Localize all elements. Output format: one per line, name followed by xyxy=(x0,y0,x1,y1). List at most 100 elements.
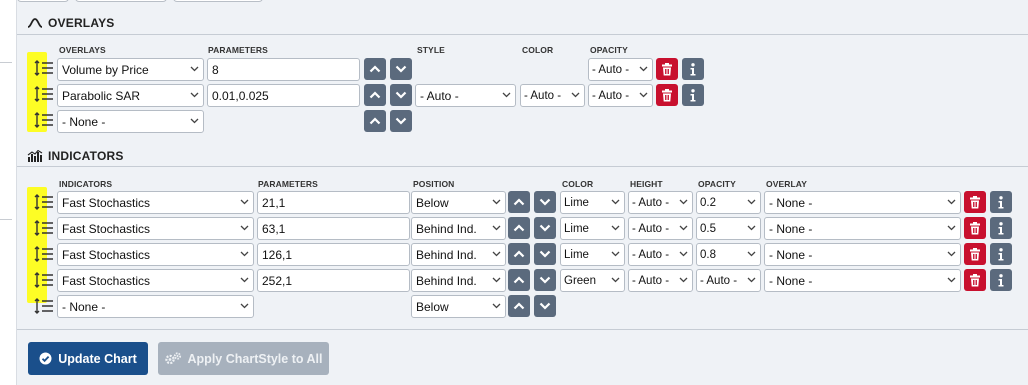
indicator-parameters-input[interactable]: 252,1 xyxy=(257,269,410,292)
info-button[interactable] xyxy=(990,191,1012,213)
indicator-color-value: Lime xyxy=(564,196,589,209)
delete-button[interactable] xyxy=(964,269,986,291)
indicator-opacity-value: 0.2 xyxy=(700,196,716,209)
overlay-opacity-select[interactable]: - Auto - xyxy=(588,58,653,81)
indicator-color-select[interactable]: Green xyxy=(560,269,625,292)
delete-button[interactable] xyxy=(964,243,986,265)
indicator-position-select[interactable]: Below xyxy=(411,295,506,318)
indicators-header-color: COLOR xyxy=(562,179,594,189)
drag-handle-icon[interactable] xyxy=(33,110,55,130)
top-tab[interactable] xyxy=(173,0,263,2)
indicator-parameters-input[interactable]: 21,1 xyxy=(257,191,410,214)
move-up-button[interactable] xyxy=(508,269,530,291)
drag-handle-icon[interactable] xyxy=(33,270,55,290)
check-circle-icon xyxy=(39,352,52,365)
move-down-button[interactable] xyxy=(534,191,556,213)
indicator-color-select[interactable]: Lime xyxy=(560,191,625,214)
indicator-position-select[interactable]: Behind Ind. xyxy=(411,243,506,266)
overlay-style-select[interactable]: - Auto - xyxy=(415,84,516,107)
overlay-parameters-input[interactable]: 8 xyxy=(207,58,360,81)
indicator-position-value: Below xyxy=(416,299,449,314)
chart-style-panel: OVERLAYS OVERLAYS PARAMETERS STYLE COLOR… xyxy=(16,0,1028,385)
drag-handle-icon[interactable] xyxy=(33,58,55,78)
indicator-height-select[interactable]: - Auto - xyxy=(628,243,693,266)
overlay-select[interactable]: - None - xyxy=(57,110,204,133)
delete-button[interactable] xyxy=(656,84,678,106)
indicator-position-select[interactable]: Behind Ind. xyxy=(411,217,506,240)
info-icon xyxy=(998,273,1004,286)
update-chart-button[interactable]: Update Chart xyxy=(28,342,148,375)
indicator-position-value: Behind Ind. xyxy=(416,221,477,236)
overlay-opacity-value: - Auto - xyxy=(592,89,630,102)
move-up-button[interactable] xyxy=(508,191,530,213)
indicator-opacity-select[interactable]: - Auto - xyxy=(696,269,761,292)
indicator-overlay-select[interactable]: - None - xyxy=(764,217,961,240)
drag-handle-icon[interactable] xyxy=(33,192,55,212)
move-down-button[interactable] xyxy=(534,295,556,317)
move-up-button[interactable] xyxy=(508,243,530,265)
indicator-height-select[interactable]: - Auto - xyxy=(628,217,693,240)
indicator-height-select[interactable]: - Auto - xyxy=(628,191,693,214)
move-down-button[interactable] xyxy=(534,269,556,291)
drag-handle-icon[interactable] xyxy=(33,218,55,238)
indicator-parameters-input[interactable]: 63,1 xyxy=(257,217,410,240)
move-down-button[interactable] xyxy=(534,217,556,239)
info-button[interactable] xyxy=(990,217,1012,239)
indicator-position-select[interactable]: Behind Ind. xyxy=(411,269,506,292)
overlays-section-title: OVERLAYS xyxy=(27,13,115,33)
indicator-select[interactable]: Fast Stochastics xyxy=(57,191,254,214)
chevron-down-icon xyxy=(747,277,756,283)
indicator-position-select[interactable]: Below xyxy=(411,191,506,214)
info-button[interactable] xyxy=(682,58,704,80)
move-up-button[interactable] xyxy=(508,217,530,239)
drag-handle-icon[interactable] xyxy=(33,296,55,316)
gutter-tick xyxy=(0,62,12,63)
drag-handle-icon[interactable] xyxy=(33,84,55,104)
indicator-parameters-input[interactable]: 126,1 xyxy=(257,243,410,266)
info-button[interactable] xyxy=(990,243,1012,265)
indicator-opacity-select[interactable]: 0.2 xyxy=(696,191,761,214)
drag-handle-icon[interactable] xyxy=(33,244,55,264)
indicator-overlay-select[interactable]: - None - xyxy=(764,243,961,266)
top-tab[interactable] xyxy=(17,0,69,2)
move-up-button[interactable] xyxy=(364,110,386,132)
delete-button[interactable] xyxy=(964,217,986,239)
indicators-header-name: INDICATORS xyxy=(59,179,113,189)
info-button[interactable] xyxy=(682,84,704,106)
indicator-select[interactable]: Fast Stochastics xyxy=(57,269,254,292)
indicator-select[interactable]: - None - xyxy=(57,295,254,318)
overlay-select[interactable]: Volume by Price xyxy=(57,58,204,81)
move-down-button[interactable] xyxy=(390,110,412,132)
move-down-button[interactable] xyxy=(390,58,412,80)
indicator-opacity-select[interactable]: 0.5 xyxy=(696,217,761,240)
overlay-select[interactable]: Parabolic SAR xyxy=(57,84,204,107)
info-button[interactable] xyxy=(990,269,1012,291)
indicator-overlay-select[interactable]: - None - xyxy=(764,191,961,214)
move-up-button[interactable] xyxy=(364,58,386,80)
indicator-select[interactable]: Fast Stochastics xyxy=(57,243,254,266)
indicator-overlay-select[interactable]: - None - xyxy=(764,269,961,292)
overlay-opacity-select[interactable]: - Auto - xyxy=(588,84,653,107)
indicator-select[interactable]: Fast Stochastics xyxy=(57,217,254,240)
indicator-opacity-select[interactable]: 0.8 xyxy=(696,243,761,266)
overlay-color-value: - Auto - xyxy=(524,89,562,102)
delete-button[interactable] xyxy=(656,58,678,80)
chevron-down-icon xyxy=(492,303,501,309)
chevron-down-icon xyxy=(571,92,580,98)
indicator-opacity-value: 0.5 xyxy=(700,222,716,235)
indicator-color-select[interactable]: Lime xyxy=(560,243,625,266)
move-up-button[interactable] xyxy=(364,84,386,106)
apply-chartstyle-button[interactable]: Apply ChartStyle to All xyxy=(158,342,329,375)
indicator-height-value: - Auto - xyxy=(632,274,670,287)
chevron-up-icon xyxy=(513,250,525,258)
indicator-height-select[interactable]: - Auto - xyxy=(628,269,693,292)
move-down-button[interactable] xyxy=(390,84,412,106)
overlay-parameters-input[interactable]: 0.01,0.025 xyxy=(207,84,360,107)
move-down-button[interactable] xyxy=(534,243,556,265)
indicator-color-select[interactable]: Lime xyxy=(560,217,625,240)
top-tab[interactable] xyxy=(75,0,167,2)
move-up-button[interactable] xyxy=(508,295,530,317)
overlay-color-select[interactable]: - Auto - xyxy=(520,84,585,107)
delete-button[interactable] xyxy=(964,191,986,213)
gutter-tick xyxy=(0,219,12,220)
